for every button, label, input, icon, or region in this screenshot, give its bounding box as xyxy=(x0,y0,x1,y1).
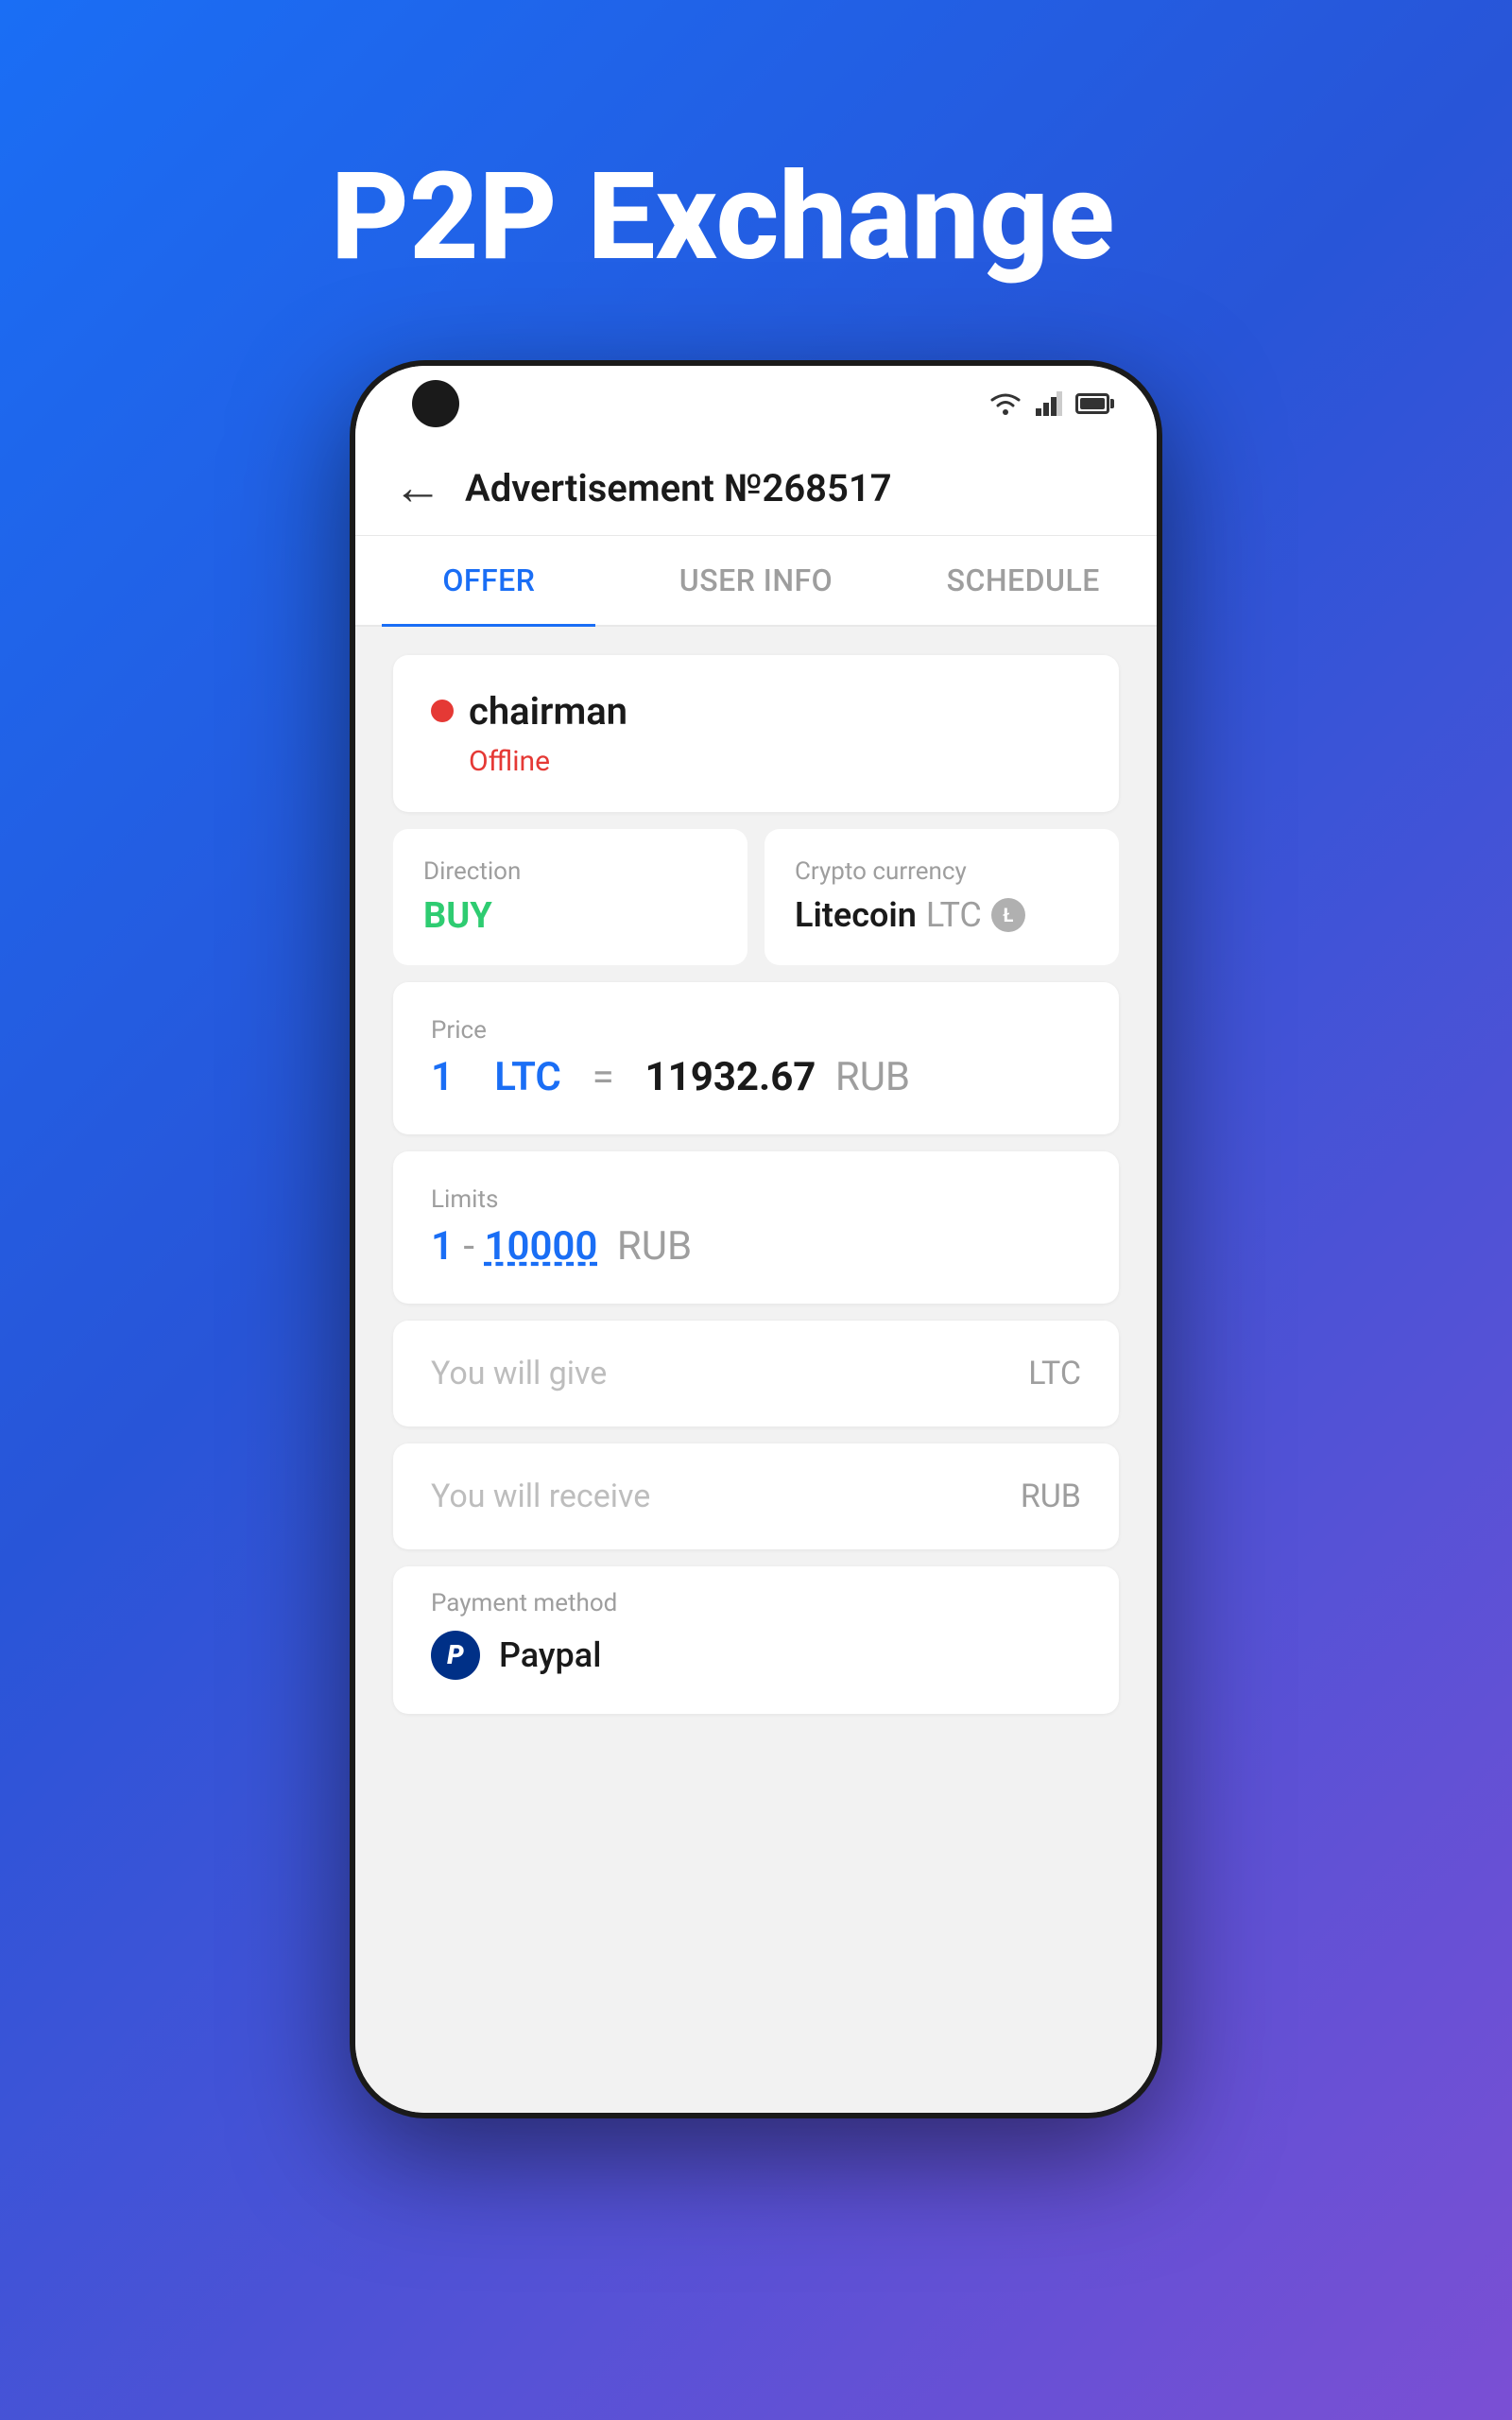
user-status: Offline xyxy=(469,745,1081,778)
back-button[interactable]: ← xyxy=(393,463,442,512)
payment-row: P Paypal xyxy=(431,1631,1081,1680)
hero-title: P2P Exchange xyxy=(331,151,1181,285)
price-amount: 1 xyxy=(431,1054,454,1100)
crypto-name: Litecoin xyxy=(795,895,917,935)
limits-label: Limits xyxy=(431,1185,1081,1214)
page-title: Advertisement №268517 xyxy=(465,466,892,510)
content-area: chairman Offline Direction BUY Crypto cu… xyxy=(355,627,1157,2113)
paypal-icon: P xyxy=(431,1631,480,1680)
crypto-label: Crypto currency xyxy=(795,857,1089,886)
receive-placeholder: You will receive xyxy=(431,1478,650,1515)
limit-currency: RUB xyxy=(617,1223,692,1270)
crypto-value: Litecoin LTC Ł xyxy=(795,895,1089,935)
phone-mockup: ← Advertisement №268517 OFFER USER INFO … xyxy=(331,360,1181,2156)
limit-max: 10000 xyxy=(484,1223,597,1270)
battery-icon xyxy=(1075,393,1109,414)
price-crypto-symbol: LTC xyxy=(494,1054,561,1100)
camera-notch xyxy=(412,380,459,427)
tab-user-info[interactable]: USER INFO xyxy=(623,536,890,625)
username: chairman xyxy=(469,689,627,734)
direction-label: Direction xyxy=(423,857,717,886)
crypto-symbol: LTC xyxy=(926,895,982,935)
direction-buy: BUY xyxy=(423,895,492,937)
status-dot xyxy=(431,700,454,722)
receive-currency: RUB xyxy=(1021,1478,1081,1515)
status-bar xyxy=(355,366,1157,441)
give-placeholder: You will give xyxy=(431,1355,607,1392)
payment-name: Paypal xyxy=(499,1635,601,1675)
limit-dash: - xyxy=(463,1223,484,1270)
direction-crypto-row: Direction BUY Crypto currency Litecoin L… xyxy=(393,829,1119,965)
price-value: 1 LTC = 11932.67 RUB xyxy=(431,1054,1081,1100)
limits-value: 1 - 10000 RUB xyxy=(431,1223,1081,1270)
give-input-card[interactable]: You will give LTC xyxy=(393,1321,1119,1426)
price-card: Price 1 LTC = 11932.67 RUB xyxy=(393,982,1119,1134)
limit-min: 1 xyxy=(431,1223,454,1270)
payment-label: Payment method xyxy=(431,1589,1081,1617)
price-number: 11932.67 xyxy=(645,1054,816,1100)
ltc-icon: Ł xyxy=(991,898,1025,932)
signal-icon xyxy=(1036,391,1062,416)
give-currency: LTC xyxy=(1028,1355,1081,1392)
tab-offer[interactable]: OFFER xyxy=(355,536,623,625)
user-name-row: chairman xyxy=(431,689,1081,734)
receive-input-card[interactable]: You will receive RUB xyxy=(393,1443,1119,1549)
direction-card: Direction BUY xyxy=(393,829,747,965)
tab-schedule[interactable]: SCHEDULE xyxy=(889,536,1157,625)
limits-card: Limits 1 - 10000 RUB xyxy=(393,1151,1119,1304)
price-label: Price xyxy=(431,1016,1081,1045)
wifi-icon xyxy=(988,391,1022,416)
tabs-bar: OFFER USER INFO SCHEDULE xyxy=(355,536,1157,627)
phone-screen: ← Advertisement №268517 OFFER USER INFO … xyxy=(355,366,1157,2113)
phone-frame: ← Advertisement №268517 OFFER USER INFO … xyxy=(350,360,1162,2118)
direction-value: BUY xyxy=(423,895,717,937)
app-header: ← Advertisement №268517 xyxy=(355,441,1157,536)
user-card: chairman Offline xyxy=(393,655,1119,812)
crypto-card: Crypto currency Litecoin LTC Ł xyxy=(765,829,1119,965)
status-icons xyxy=(988,391,1109,416)
payment-card: Payment method P Paypal xyxy=(393,1566,1119,1714)
price-fiat: RUB xyxy=(835,1054,910,1100)
